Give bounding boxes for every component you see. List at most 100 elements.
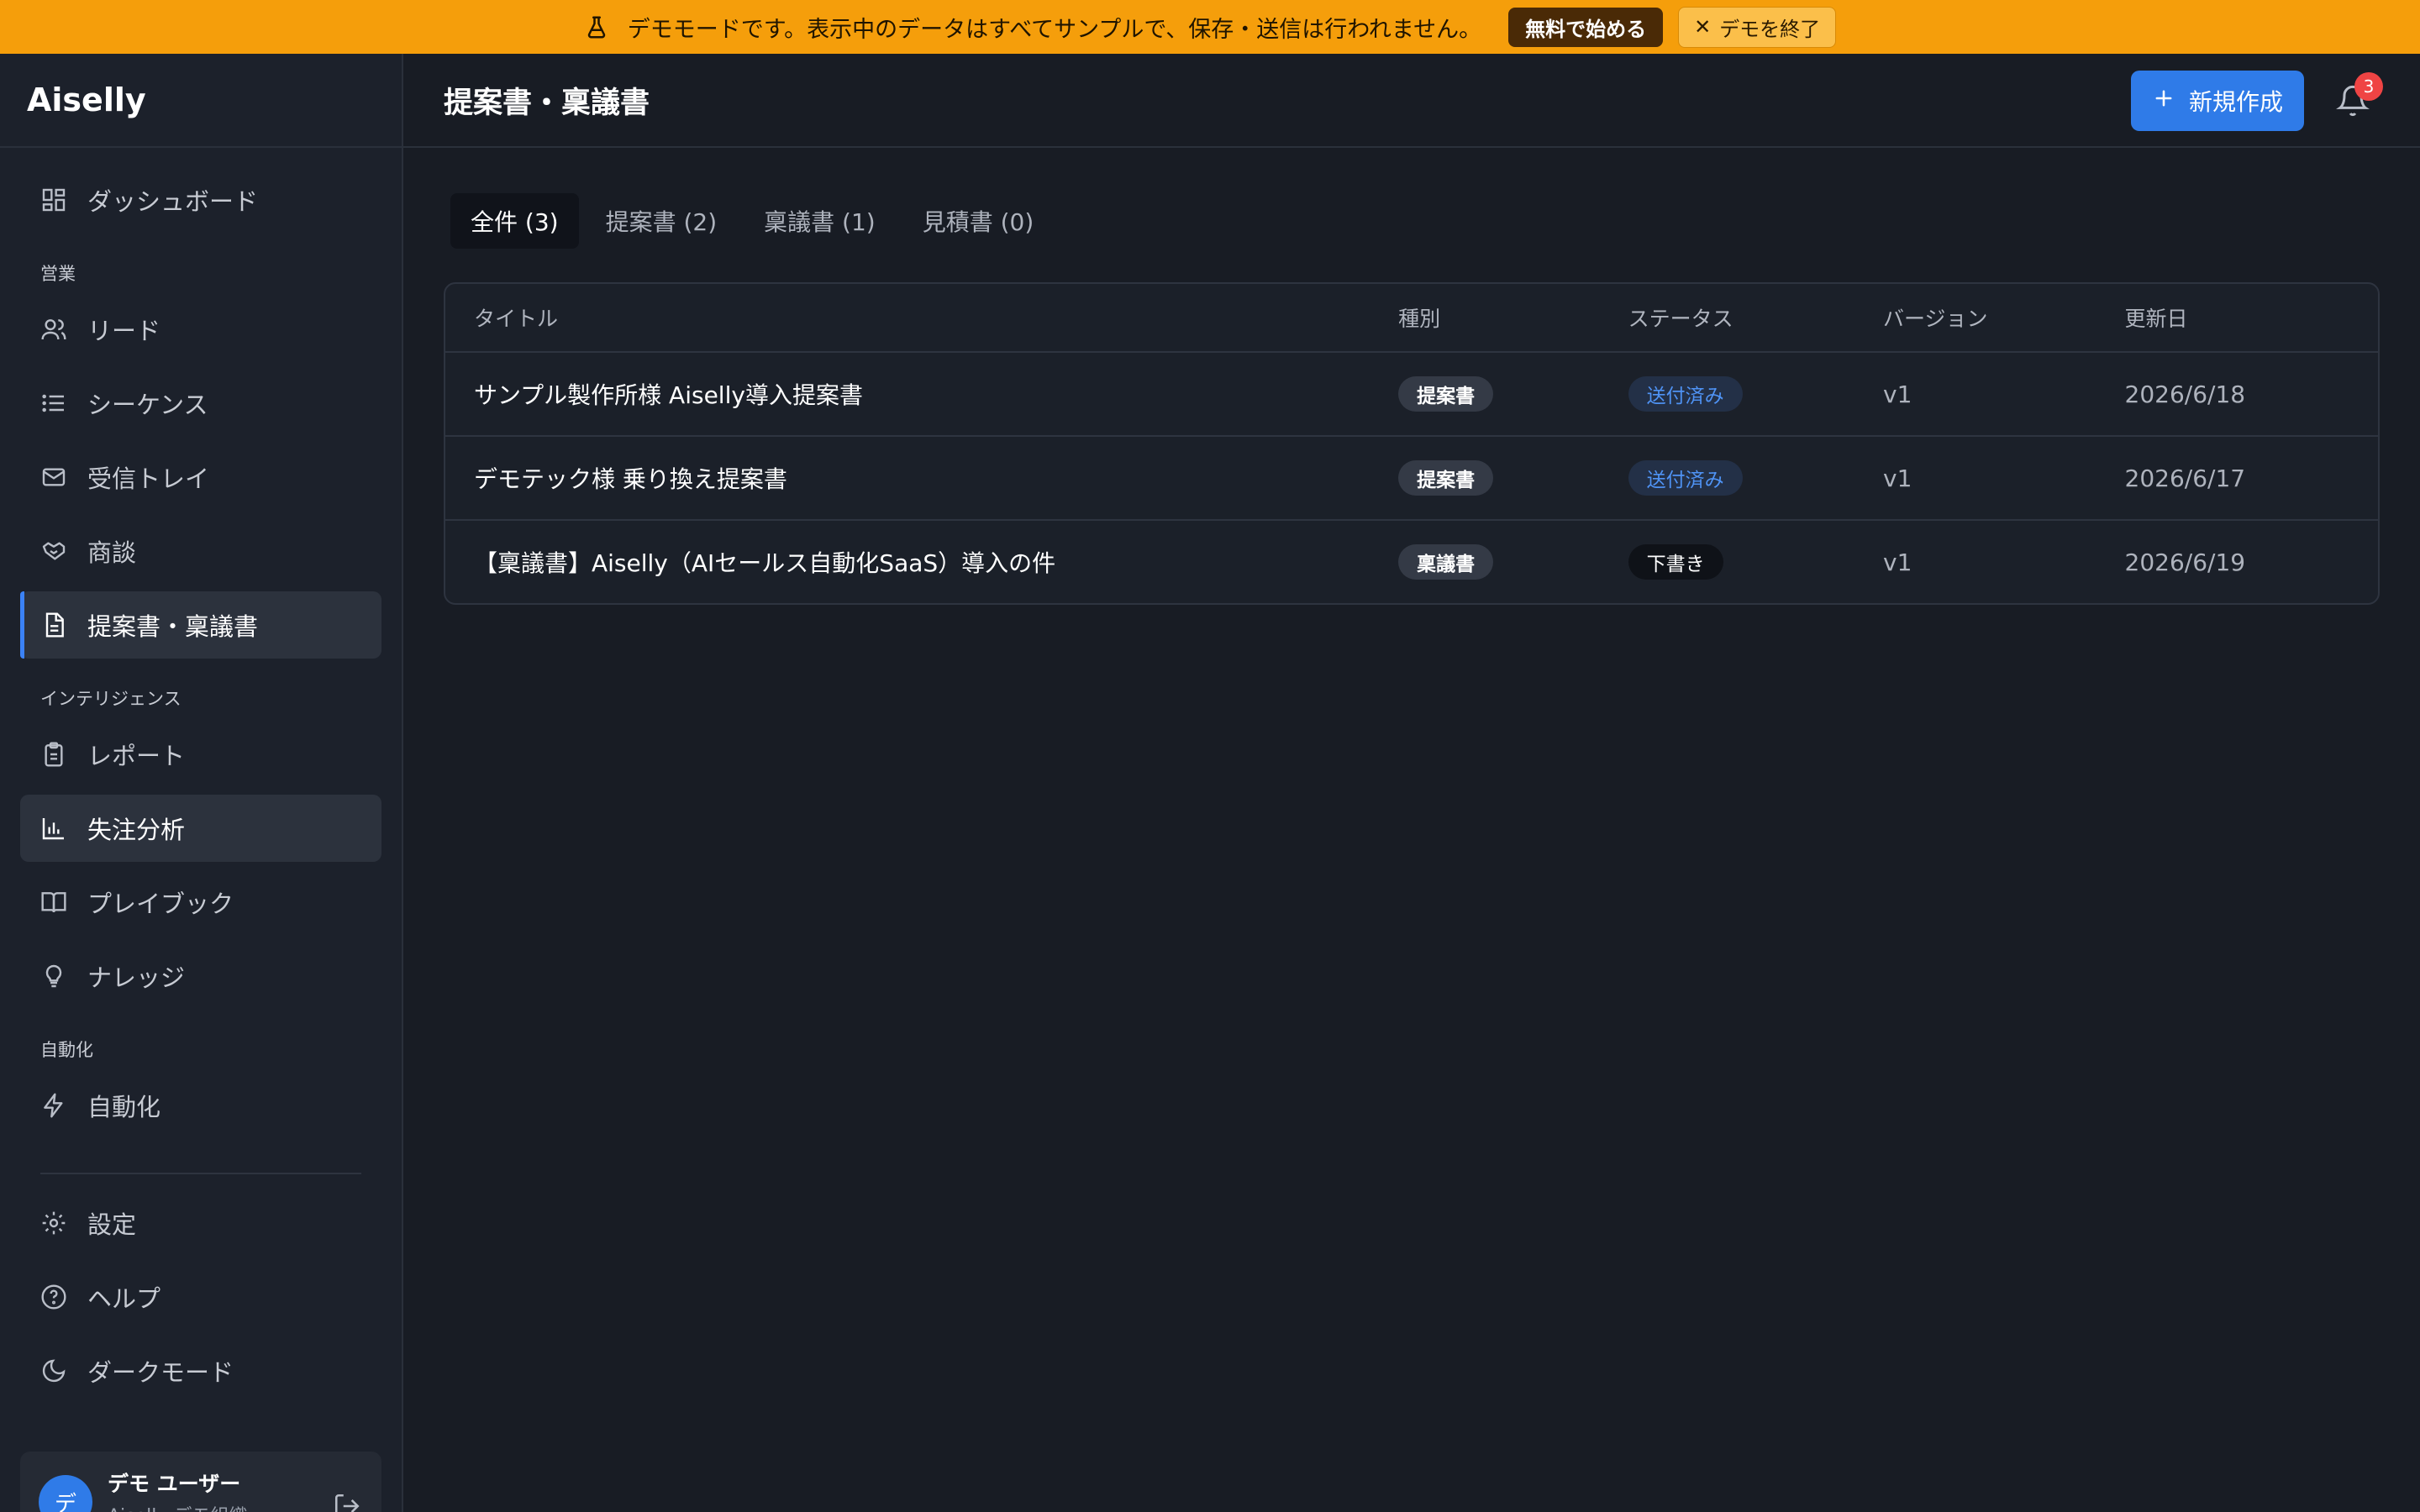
user-card[interactable]: デ デモ ユーザー Aiselly デモ組織 xyxy=(20,1452,381,1512)
type-badge: 稟議書 xyxy=(1398,544,1494,580)
sidebar-item-help[interactable]: ヘルプ xyxy=(20,1263,381,1331)
help-icon xyxy=(40,1284,67,1310)
row-title[interactable]: デモテック様 乗り換え提案書 xyxy=(445,461,1398,495)
column-header-updated[interactable]: 更新日 xyxy=(2125,302,2378,333)
sidebar-item-label: 受信トレイ xyxy=(87,465,210,493)
tab-approvals[interactable]: 稟議書 (1) xyxy=(744,193,896,249)
moon-icon xyxy=(40,1357,67,1384)
sidebar-nav: ダッシュボード 営業 リード シーケンス 受信トレイ 商談 提案書・稟議書 イン… xyxy=(0,148,402,1404)
column-header-status[interactable]: ステータス xyxy=(1628,302,1883,333)
gear-icon xyxy=(40,1210,67,1236)
table-row[interactable]: デモテック様 乗り換え提案書 提案書 送付済み v1 2026/6/17 xyxy=(445,435,2378,519)
type-cell: 稟議書 xyxy=(1398,544,1628,580)
brand-logo[interactable]: Aiselly xyxy=(0,54,402,148)
row-title[interactable]: 【稟議書】Aiselly（AIセールス自動化SaaS）導入の件 xyxy=(445,545,1398,579)
tab-all[interactable]: 全件 (3) xyxy=(450,193,579,249)
user-meta: デモ ユーザー Aiselly デモ組織 xyxy=(108,1467,247,1512)
section-label-sales: 営業 xyxy=(40,264,76,284)
status-cell: 送付済み xyxy=(1628,376,1883,412)
close-icon: ✕ xyxy=(1694,15,1712,39)
sidebar-item-settings[interactable]: 設定 xyxy=(20,1189,381,1257)
demo-banner: デモモードです。表示中のデータはすべてサンプルで、保存・送信は行われません。 無… xyxy=(0,0,2420,54)
status-badge: 下書き xyxy=(1628,544,1723,580)
sidebar-item-proposals[interactable]: 提案書・稟議書 xyxy=(20,591,381,659)
grid-icon xyxy=(40,186,67,213)
bolt-icon xyxy=(40,1092,67,1119)
documents-table: タイトル 種別 ステータス バージョン 更新日 サンプル製作所様 Aiselly… xyxy=(444,282,2380,605)
sidebar-item-sequences[interactable]: シーケンス xyxy=(20,370,381,437)
type-cell: 提案書 xyxy=(1398,376,1628,412)
clipboard-icon xyxy=(40,741,67,768)
row-version: v1 xyxy=(1883,380,1912,408)
section-label-intelligence: インテリジェンス xyxy=(40,689,182,709)
sidebar-item-automation[interactable]: 自動化 xyxy=(20,1072,381,1139)
lightbulb-icon xyxy=(40,963,67,990)
sidebar-divider xyxy=(40,1173,361,1174)
status-cell: 送付済み xyxy=(1628,460,1883,496)
new-create-label: 新規作成 xyxy=(2188,88,2283,116)
status-cell: 下書き xyxy=(1628,544,1883,580)
users-icon xyxy=(40,316,67,343)
sidebar-item-reports[interactable]: レポート xyxy=(20,721,381,788)
table-header: タイトル 種別 ステータス バージョン 更新日 xyxy=(445,284,2378,351)
row-title[interactable]: サンプル製作所様 Aiselly導入提案書 xyxy=(445,377,1398,411)
sidebar-item-label: 提案書・稟議書 xyxy=(87,612,259,641)
row-updated: 2026/6/17 xyxy=(2124,464,2246,492)
flask-icon xyxy=(584,14,609,39)
status-badge: 送付済み xyxy=(1628,460,1743,496)
sidebar-item-label: ナレッジ xyxy=(87,963,186,992)
sidebar-item-label: レポート xyxy=(87,742,186,770)
page-title: 提案書・稟議書 xyxy=(444,86,650,120)
sidebar-item-label: 設定 xyxy=(87,1210,137,1239)
document-icon xyxy=(40,612,67,638)
row-version: v1 xyxy=(1883,464,1912,492)
sidebar-item-label: 商談 xyxy=(87,538,137,567)
end-demo-button[interactable]: ✕ デモを終了 xyxy=(1678,6,1837,48)
logout-icon[interactable] xyxy=(333,1492,361,1512)
sidebar-item-label: 自動化 xyxy=(87,1093,161,1121)
sidebar-item-label: 失注分析 xyxy=(87,816,186,844)
sidebar-item-inbox[interactable]: 受信トレイ xyxy=(20,444,381,511)
sidebar-item-label: ヘルプ xyxy=(87,1284,161,1313)
list-icon xyxy=(40,390,67,417)
demo-banner-message: デモモードです。表示中のデータはすべてサンプルで、保存・送信は行われません。 xyxy=(627,16,1482,43)
row-version: v1 xyxy=(1883,548,1912,576)
sidebar-item-playbook[interactable]: プレイブック xyxy=(20,869,381,936)
column-header-type[interactable]: 種別 xyxy=(1398,302,1628,333)
avatar: デ xyxy=(39,1475,92,1512)
new-create-button[interactable]: 新規作成 xyxy=(2131,71,2304,131)
type-badge: 提案書 xyxy=(1398,460,1494,496)
sidebar-item-leads[interactable]: リード xyxy=(20,296,381,363)
type-badge: 提案書 xyxy=(1398,376,1494,412)
column-header-version[interactable]: バージョン xyxy=(1883,302,2125,333)
sidebar-item-loss-analysis[interactable]: 失注分析 xyxy=(20,795,381,862)
section-label-automation: 自動化 xyxy=(40,1040,93,1060)
sidebar-item-knowledge[interactable]: ナレッジ xyxy=(20,942,381,1010)
handshake-icon xyxy=(40,538,67,564)
start-free-button[interactable]: 無料で始める xyxy=(1508,7,1664,47)
tab-proposals[interactable]: 提案書 (2) xyxy=(586,193,738,249)
mail-icon xyxy=(40,464,67,491)
sidebar-item-label: シーケンス xyxy=(87,391,208,419)
sidebar-item-label: リード xyxy=(87,317,161,345)
page-header: 提案書・稟議書 新規作成 3 xyxy=(403,54,2420,148)
notification-badge: 3 xyxy=(2354,72,2383,101)
end-demo-label: デモを終了 xyxy=(1719,17,1821,41)
sidebar-item-label: プレイブック xyxy=(87,890,234,918)
type-cell: 提案書 xyxy=(1398,460,1628,496)
table-row[interactable]: 【稟議書】Aiselly（AIセールス自動化SaaS）導入の件 稟議書 下書き … xyxy=(445,519,2378,603)
column-header-title[interactable]: タイトル xyxy=(445,302,1398,333)
sidebar-item-dark-mode[interactable]: ダークモード xyxy=(20,1337,381,1404)
table-row[interactable]: サンプル製作所様 Aiselly導入提案書 提案書 送付済み v1 2026/6… xyxy=(445,351,2378,435)
book-icon xyxy=(40,889,67,916)
tab-estimates[interactable]: 見積書 (0) xyxy=(902,193,1055,249)
user-org: Aiselly デモ組織 xyxy=(108,1501,247,1512)
row-updated: 2026/6/19 xyxy=(2124,548,2246,576)
plus-icon xyxy=(2152,87,2175,116)
status-badge: 送付済み xyxy=(1628,376,1743,412)
user-name: デモ ユーザー xyxy=(108,1472,241,1496)
row-updated: 2026/6/18 xyxy=(2124,380,2246,408)
sidebar-item-dashboard[interactable]: ダッシュボード xyxy=(20,166,381,234)
sidebar-item-deals[interactable]: 商談 xyxy=(20,517,381,585)
filter-tabs: 全件 (3) 提案書 (2) 稟議書 (1) 見積書 (0) xyxy=(450,193,1054,249)
